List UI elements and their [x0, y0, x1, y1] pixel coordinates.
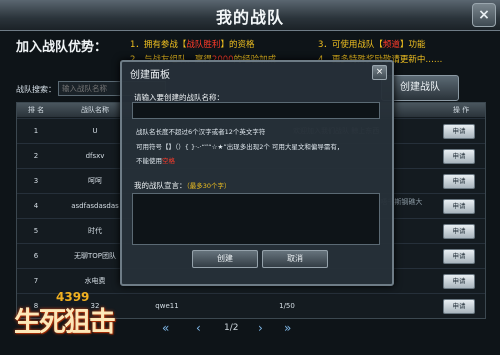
pagination: « ‹ 1/2 › » [160, 318, 340, 338]
apply-button[interactable]: 申请 [443, 299, 475, 314]
header-rank: 排 名 [27, 106, 45, 114]
advantage-item: 3．可使用战队【频道】功能 [318, 40, 426, 50]
dialog-title: 创建面板 [130, 70, 170, 81]
apply-button[interactable]: 申请 [443, 149, 475, 164]
apply-button[interactable]: 申请 [443, 274, 475, 289]
advantage-item: 1．拥有参战【战队胜利】的资格 [130, 40, 255, 50]
leader-cell: qwe11 [155, 302, 179, 310]
next-page-icon[interactable]: › [258, 318, 263, 338]
rank-cell: 3 [33, 177, 39, 185]
rank-cell: 4 [33, 202, 39, 210]
page-indicator: 1/2 [224, 323, 239, 333]
apply-button[interactable]: 申请 [443, 124, 475, 139]
search-label: 战队搜索： [16, 85, 56, 94]
logo-title: 生死狙击 [14, 307, 116, 338]
rank-cell: 2 [33, 152, 39, 160]
declaration-hint: （最多30个字） [186, 182, 231, 190]
window-close-button[interactable]: × [472, 3, 496, 27]
declaration-textarea[interactable] [132, 193, 380, 245]
rule-spaces: 不能使用空格 [136, 157, 175, 165]
dialog-close-button[interactable]: × [372, 65, 387, 80]
rank-cell: 6 [33, 252, 39, 260]
game-logo: 4399 生死狙击 [14, 290, 134, 350]
rule-length: 战队名长度不超过6个汉字或者12个英文字符 [136, 128, 266, 136]
team-name-input[interactable] [132, 102, 380, 119]
apply-button[interactable]: 申请 [443, 249, 475, 264]
header-actions: 操 作 [452, 106, 470, 114]
members-cell: 1/50 [279, 302, 295, 310]
rank-cell: 1 [33, 127, 39, 135]
create-button[interactable]: 创建 [192, 250, 258, 268]
apply-button[interactable]: 申请 [443, 199, 475, 214]
declaration-label: 我的战队宣言：（最多30个字） [134, 181, 231, 190]
create-team-dialog: 创建面板 × 请输入要创建的战队名称： 战队名长度不超过6个汉字或者12个英文字… [120, 60, 394, 286]
rule-symbols: 可用符号【】（）{ }·-·“”“☆★”出现多出现2个 可用大星文和偏导需有， [136, 143, 344, 151]
advantages-title: 加入战队优势： [16, 40, 108, 55]
window-titlebar: 我的战队 × [0, 0, 500, 31]
last-page-icon[interactable]: » [284, 318, 291, 338]
rank-cell: 5 [33, 227, 39, 235]
first-page-icon[interactable]: « [162, 318, 169, 338]
apply-button[interactable]: 申请 [443, 224, 475, 239]
cancel-button[interactable]: 取消 [262, 250, 328, 268]
window-title: 我的战队 [215, 8, 284, 27]
apply-button[interactable]: 申请 [443, 174, 475, 189]
prev-page-icon[interactable]: ‹ [196, 318, 201, 338]
